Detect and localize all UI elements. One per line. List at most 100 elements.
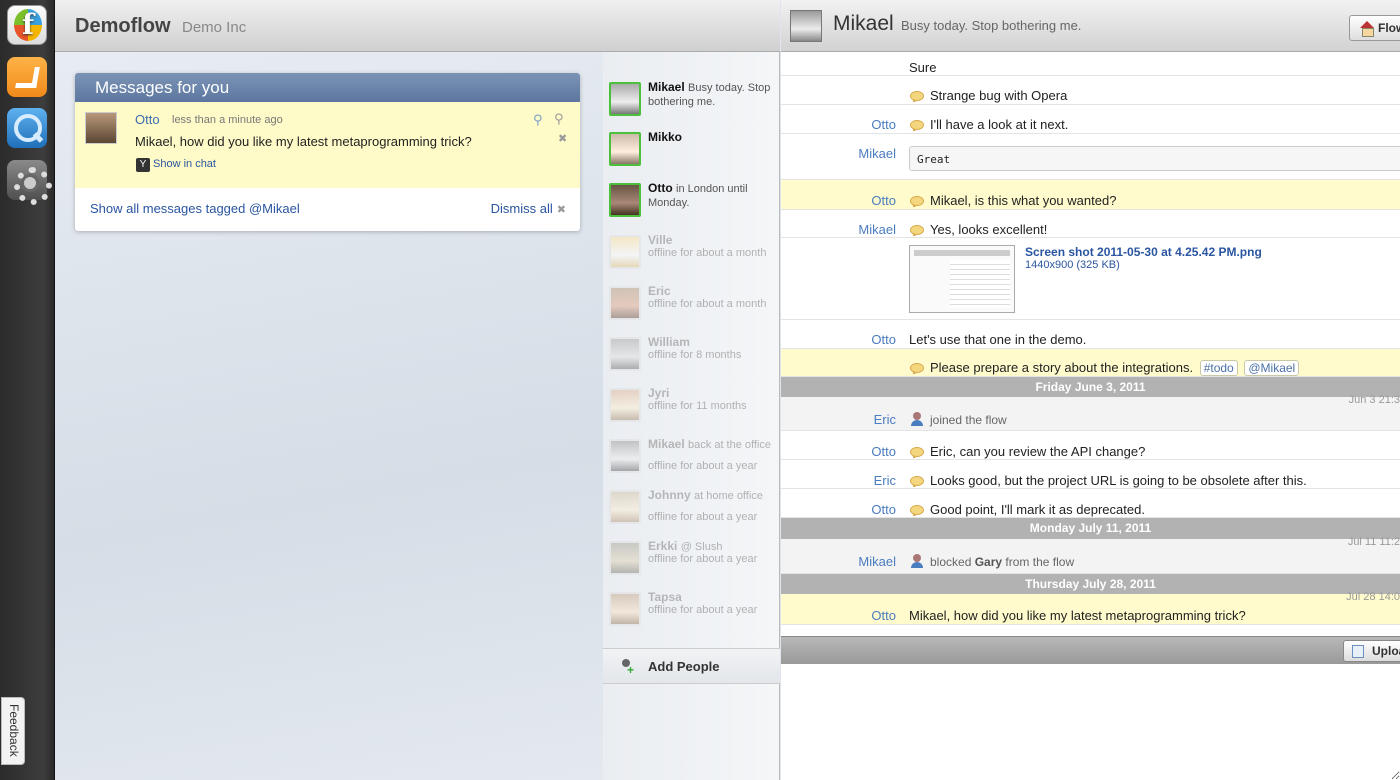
thread-bubble-icon[interactable] <box>910 447 924 458</box>
inbox-app-icon[interactable] <box>7 57 47 97</box>
message-author[interactable]: Otto <box>871 193 896 208</box>
inbox-area: Messages for you Otto less than a minute… <box>55 52 603 780</box>
user-name: Tapsa <box>648 590 682 604</box>
chat-status: Busy today. Stop bothering me. <box>901 18 1082 33</box>
add-people-button[interactable]: Add People <box>603 648 780 684</box>
file-thumbnail[interactable] <box>909 245 1015 313</box>
thread-bubble-icon[interactable] <box>910 363 924 374</box>
user-item-ville[interactable]: Ville offline for about a month <box>609 233 777 277</box>
chat-message[interactable]: Otto Mikael, is this what you wanted? <box>781 180 1400 210</box>
message-text: Mikael, how did you like my latest metap… <box>909 608 1246 623</box>
chat-message[interactable]: Eric Looks good, but the project URL is g… <box>781 460 1400 489</box>
user-last-seen: offline for about a month <box>648 247 767 259</box>
message-author[interactable]: Otto <box>871 502 896 517</box>
messages-panel: Messages for you Otto less than a minute… <box>75 73 580 231</box>
avatar <box>609 388 641 422</box>
message-author[interactable]: Mikael <box>858 146 896 161</box>
chat-message[interactable]: Sure <box>781 52 1400 76</box>
show-in-chat-link[interactable]: Y Show in chat <box>136 158 216 172</box>
message-timestamp: Jul 11 11:2 <box>1347 536 1400 548</box>
chat-message[interactable]: Otto Mikael, how did you like my latest m… <box>781 591 1400 625</box>
settings-app-icon[interactable] <box>7 160 52 205</box>
flowdock-app-icon[interactable] <box>7 5 47 45</box>
message-text: Please prepare a story about the integra… <box>930 360 1300 376</box>
day-separator: Friday June 3, 2011 <box>781 377 1400 397</box>
chat-message[interactable]: Screen shot 2011-05-30 at 4.25.42 PM.png… <box>781 238 1400 320</box>
close-icon[interactable]: ✖ <box>558 132 567 145</box>
thread-bubble-icon[interactable] <box>910 505 924 516</box>
code-snippet: Great <box>909 146 1400 171</box>
chat-message[interactable]: Please prepare a story about the integra… <box>781 349 1400 377</box>
user-last-seen: offline for about a month <box>648 298 767 310</box>
flow-button[interactable]: Flow <box>1349 15 1400 41</box>
avatar <box>609 183 641 217</box>
message-author[interactable]: Eric <box>874 473 896 488</box>
user-last-seen: offline for 8 months <box>648 349 742 361</box>
message-text: Let's use that one in the demo. <box>909 332 1087 347</box>
chat-message[interactable]: Otto Let's use that one in the demo. <box>781 320 1400 349</box>
inbox-message[interactable]: Otto less than a minute ago Mikael, how … <box>75 102 580 188</box>
message-author[interactable]: Mikael <box>858 554 896 569</box>
messages-panel-footer: Show all messages tagged @Mikael Dismiss… <box>75 188 580 231</box>
user-item-tapsa[interactable]: Tapsa offline for about a year <box>609 590 777 634</box>
add-people-label: Add People <box>648 659 720 674</box>
user-item-eric[interactable]: Eric offline for about a month <box>609 285 777 328</box>
user-item-johnny[interactable]: Johnny at home office offline for about a… <box>609 489 777 532</box>
file-link[interactable]: Screen shot 2011-05-30 at 4.25.42 PM.png <box>1025 245 1262 259</box>
user-item-otto[interactable]: Otto in London until Monday. <box>609 182 777 225</box>
user-activity-icon <box>910 412 924 426</box>
thread-bubble-icon[interactable] <box>910 120 924 131</box>
user-item-jyri[interactable]: Jyri offline for 11 months <box>609 387 777 430</box>
message-sender[interactable]: Otto <box>135 112 160 127</box>
message-author[interactable]: Mikael <box>858 222 896 237</box>
message-text: Strange bug with Opera <box>930 88 1068 103</box>
message-tag[interactable]: #todo <box>1199 360 1238 376</box>
day-separator: Thursday July 28, 2011 <box>781 574 1400 594</box>
user-name: Ville <box>648 233 673 247</box>
chat-message[interactable]: Otto I'll have a look at it next. <box>781 105 1400 134</box>
message-author[interactable]: Eric <box>874 412 896 427</box>
message-author[interactable]: Otto <box>871 444 896 459</box>
user-item-william[interactable]: William offline for 8 months <box>609 336 777 379</box>
message-timestamp: Jul 28 14:0 <box>1346 591 1400 603</box>
dismiss-all-button[interactable]: Dismiss all ✖ <box>491 201 566 216</box>
user-last-seen: offline for about a year <box>648 553 758 565</box>
untag-icon[interactable]: ⚲ <box>554 111 564 127</box>
thread-bubble-icon[interactable] <box>910 225 924 236</box>
chat-message[interactable]: Otto Eric, can you review the API change? <box>781 431 1400 460</box>
user-item-erkki[interactable]: Erkki @ Slush offline for about a year <box>609 540 777 583</box>
chat-message[interactable]: Mikael Great <box>781 134 1400 180</box>
message-tag[interactable]: @Mikael <box>1244 360 1300 376</box>
thread-bubble-icon[interactable] <box>910 196 924 207</box>
flow-header: Demoflow Demo Inc <box>55 0 780 52</box>
chat-message[interactable]: Strange bug with Opera <box>781 76 1400 105</box>
message-author[interactable]: Otto <box>871 117 896 132</box>
user-status: at home office <box>694 490 763 502</box>
avatar <box>609 337 641 371</box>
chat-message[interactable]: Mikael Yes, looks excellent! <box>781 210 1400 238</box>
user-item-mikko[interactable]: Mikko <box>609 131 777 174</box>
user-item-mikael[interactable]: Mikael Busy today. Stop bothering me. <box>609 80 777 124</box>
user-status: @ Slush <box>680 541 723 553</box>
message-author[interactable]: Otto <box>871 332 896 347</box>
thread-bubble-icon[interactable] <box>910 476 924 487</box>
message-author[interactable]: Otto <box>871 608 896 623</box>
upload-button[interactable]: Upload <box>1343 640 1400 662</box>
thread-bubble-icon[interactable] <box>910 91 924 102</box>
message-text: Good point, I'll mark it as deprecated. <box>930 502 1145 517</box>
user-item-mikael[interactable]: Mikael back at the office offline for abo… <box>609 438 777 481</box>
chat-input[interactable] <box>781 664 1400 780</box>
avatar <box>609 541 641 575</box>
chat-message[interactable]: Otto Good point, I'll mark it as deprecat… <box>781 489 1400 518</box>
chat-message[interactable]: Mikael blocked Gary from the flow Jul 11 1… <box>781 536 1400 574</box>
chat-message[interactable]: Eric joined the flow Jun 3 21:3 <box>781 394 1400 431</box>
feedback-tab[interactable]: Feedback <box>1 697 25 765</box>
search-app-icon[interactable] <box>7 108 47 148</box>
avatar <box>609 132 641 166</box>
message-text: Looks good, but the project URL is going… <box>930 473 1307 488</box>
chat-icon: Y <box>136 158 150 172</box>
show-all-tagged-link[interactable]: Show all messages tagged @Mikael <box>90 201 300 216</box>
message-text: I'll have a look at it next. <box>930 117 1069 132</box>
user-name: Mikael Busy today. Stop bothering me. <box>648 80 771 109</box>
tag-icon[interactable]: ⚲ <box>533 112 547 127</box>
